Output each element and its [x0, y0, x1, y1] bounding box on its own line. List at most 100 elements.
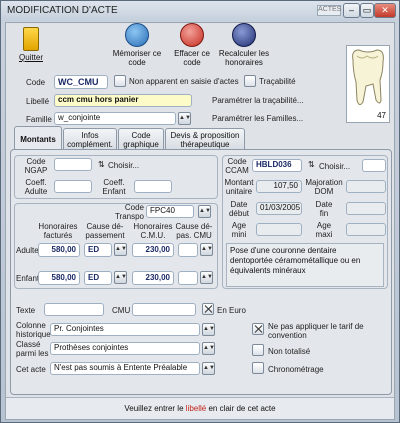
en-euro-label: En Euro — [217, 306, 246, 315]
ngap-code-label-2: NGAP — [24, 166, 48, 175]
enfant-cause-dropdown[interactable]: ▲▼ — [114, 271, 127, 284]
majoration-label-2: DOM — [314, 187, 334, 196]
texte-input[interactable] — [44, 303, 104, 316]
entente-prealable-select[interactable]: N'est pas soumis à Entente Préalable — [50, 362, 200, 375]
ccam-code-label-1: Code — [227, 157, 247, 166]
ngap-choisir-link[interactable]: Choisir... — [108, 161, 139, 170]
enfant-cause-cmu-input[interactable] — [178, 271, 198, 285]
tab-code-label-2: graphique — [123, 140, 159, 149]
code-transpo-label-2: Transpo — [114, 212, 144, 221]
code-transpo-input[interactable]: FPC40 — [146, 205, 194, 218]
recalculate-icon — [232, 23, 256, 47]
chronometrage-checkbox[interactable] — [252, 362, 264, 374]
tracabilite-checkbox[interactable] — [244, 75, 256, 87]
code-transpo-dropdown[interactable]: ▲▼ — [198, 205, 211, 218]
tab-devis-label-1: Devis & proposition — [170, 131, 240, 140]
close-button[interactable]: ✕ — [374, 3, 396, 18]
maximize-button[interactable]: ▭ — [360, 3, 374, 18]
status-bar: Veuillez entrer le libellé en clair de c… — [6, 397, 394, 419]
ccam-choose-icon[interactable]: ⇅ — [308, 160, 315, 169]
memorize-label-1: Mémoriser ce — [112, 49, 162, 58]
tooth-number: 47 — [377, 111, 386, 120]
coeff-enfant-label-2: Enfant — [102, 187, 126, 196]
colonne-dropdown-button[interactable]: ▲▼ — [202, 323, 215, 336]
tab-montants[interactable]: Montants — [14, 126, 62, 150]
adulte-cause-input[interactable]: ED — [84, 243, 112, 257]
tooth-image: 47 — [346, 45, 390, 123]
exit-door-icon — [23, 27, 39, 51]
age-maxi-label-1: Age — [316, 221, 332, 230]
code-input[interactable]: WC_CMU — [54, 75, 108, 89]
col-cause-label-2: passement — [85, 231, 125, 240]
tracabilite-label: Traçabilité — [259, 77, 296, 86]
delete-button[interactable]: Effacer ce code — [166, 23, 218, 67]
status-text-after: en clair de cet acte — [206, 404, 276, 413]
coeff-adulte-input[interactable] — [54, 180, 92, 193]
montant-unitaire-value: 107,50 — [256, 180, 302, 193]
non-apparent-checkbox[interactable] — [114, 75, 126, 87]
delete-label-1: Effacer ce — [174, 49, 210, 58]
param-familles-link[interactable]: Paramétrer les Familles... — [212, 114, 303, 123]
majoration-value — [346, 180, 386, 193]
date-fin-label-1: Date — [315, 200, 333, 209]
status-text-highlight: libellé — [185, 404, 207, 413]
ne-pas-appliquer-label-2: convention — [268, 331, 307, 340]
tab-devis-proposition[interactable]: Devis & proposition thérapeutique — [165, 128, 245, 150]
adulte-honoraires-input[interactable]: 580,00 — [38, 243, 80, 257]
famille-input[interactable]: w_conjointe — [54, 112, 176, 125]
enfant-cause-cmu-dropdown[interactable]: ▲▼ — [200, 271, 213, 284]
recalculate-button[interactable]: Recalculer les honoraires — [214, 23, 274, 67]
ne-pas-appliquer-checkbox[interactable] — [252, 323, 264, 335]
enfant-cause-input[interactable]: ED — [84, 271, 112, 285]
date-debut-label-2: début — [228, 209, 250, 218]
en-euro-checkbox[interactable] — [202, 303, 214, 315]
age-maxi-value — [346, 223, 386, 236]
texte-label: Texte — [16, 306, 36, 315]
classe-dropdown-button[interactable]: ▲▼ — [202, 342, 215, 355]
cmu-label: CMU — [112, 306, 131, 315]
libelle-input[interactable]: ccm cmu hors panier — [54, 94, 192, 107]
famille-dropdown-button[interactable]: ▲▼ — [178, 112, 191, 125]
adulte-cause-dropdown[interactable]: ▲▼ — [114, 243, 127, 256]
ccam-choisir-link[interactable]: Choisir... — [319, 162, 350, 171]
adulte-cmu-input[interactable]: 230,00 — [132, 243, 174, 257]
coeff-adulte-label-2: Adulte — [24, 187, 48, 196]
date-fin-value — [346, 202, 386, 215]
age-maxi-label-2: maxi — [315, 230, 333, 239]
majoration-label-1: Majoration — [305, 178, 343, 187]
memorize-label-2: code — [128, 58, 146, 67]
tab-infos-complement[interactable]: Infos complément. — [63, 128, 117, 150]
col-honoraires-label-2: facturés — [43, 231, 73, 240]
cmu-input[interactable] — [132, 303, 196, 316]
minimize-button[interactable]: – — [343, 3, 360, 18]
memorize-button[interactable]: Mémoriser ce code — [106, 23, 168, 67]
ngap-code-label-1: Code — [26, 157, 46, 166]
non-apparent-label: Non apparent en saisie d'actes — [129, 77, 239, 86]
libelle-label: Libellé — [26, 97, 50, 106]
ngap-choose-icon[interactable]: ⇅ — [98, 160, 105, 169]
col-cmu-label-2: C.M.U. — [140, 231, 166, 240]
cet-acte-label: Cet acte — [16, 365, 46, 374]
code-transpo-label-1: Code — [124, 203, 144, 212]
quit-button[interactable]: Quitter — [16, 27, 46, 62]
param-tracabilite-link[interactable]: Paramétrer la traçabilité... — [212, 96, 304, 105]
adulte-cause-cmu-input[interactable] — [178, 243, 198, 257]
enfant-cmu-input[interactable]: 230,00 — [132, 271, 174, 285]
tab-code-graphique[interactable]: Code graphique — [118, 128, 164, 150]
non-totalise-checkbox[interactable] — [252, 344, 264, 356]
classe-label-2: parmi les — [16, 349, 49, 358]
famille-label: Famille — [26, 115, 52, 124]
col-cause-cmu-label-1: Cause dé- — [175, 222, 213, 231]
ccam-extra-input[interactable] — [362, 159, 386, 172]
ccam-code-input[interactable]: HBLD036 — [252, 159, 302, 172]
entente-dropdown-button[interactable]: ▲▼ — [202, 362, 215, 375]
coeff-enfant-input[interactable] — [134, 180, 172, 193]
adulte-cause-cmu-dropdown[interactable]: ▲▼ — [200, 243, 213, 256]
code-label: Code — [26, 78, 46, 87]
ngap-code-input[interactable] — [54, 158, 92, 171]
date-debut-value: 01/03/2005 — [256, 202, 302, 215]
colonne-historique-select[interactable]: Pr. Conjointes — [50, 323, 200, 336]
enfant-honoraires-input[interactable]: 580,00 — [38, 271, 80, 285]
date-fin-label-2: fin — [319, 209, 329, 218]
classe-select[interactable]: Prothèses conjointes — [50, 342, 200, 355]
